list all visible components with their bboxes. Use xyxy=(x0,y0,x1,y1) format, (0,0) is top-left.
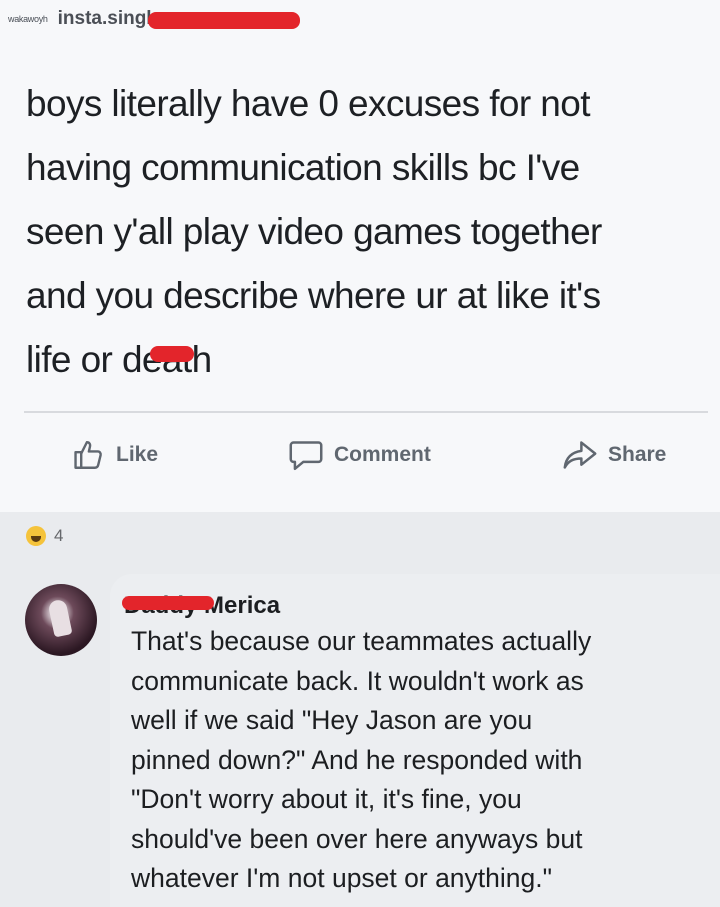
comment-button[interactable]: Comment xyxy=(288,430,431,480)
like-button[interactable]: Like xyxy=(72,430,158,480)
haha-emoji-icon xyxy=(26,526,46,546)
like-label: Like xyxy=(116,443,159,466)
post-text: boys literally have 0 excuses for not ha… xyxy=(26,83,602,380)
word-redaction-scribble xyxy=(150,346,194,362)
name-redaction-scribble xyxy=(148,12,300,29)
share-button[interactable]: Share xyxy=(562,430,666,480)
comment-label: Comment xyxy=(334,443,431,466)
speech-bubble-icon xyxy=(288,438,324,472)
avatar[interactable] xyxy=(25,584,97,656)
share-label: Share xyxy=(608,443,667,466)
page-handle: wakawoyh xyxy=(8,14,48,24)
avatar-figure xyxy=(47,598,73,638)
comment: Daddy Merica That's because our teammate… xyxy=(0,570,720,907)
page-name[interactable]: insta.single xyxy=(58,8,163,30)
reaction-count: 4 xyxy=(54,526,64,545)
reaction-summary[interactable]: 4 xyxy=(26,526,63,546)
post-header: wakawoyh insta.single xyxy=(8,4,162,34)
commenter-redaction-scribble xyxy=(122,596,214,610)
thumbs-up-icon xyxy=(72,438,106,472)
post-card: wakawoyh insta.single boys literally hav… xyxy=(0,0,720,512)
comment-text: That's because our teammates actually co… xyxy=(131,626,592,893)
share-arrow-icon xyxy=(562,439,598,471)
post-divider xyxy=(24,411,708,413)
post-actions: Like Comment Share xyxy=(0,430,720,480)
